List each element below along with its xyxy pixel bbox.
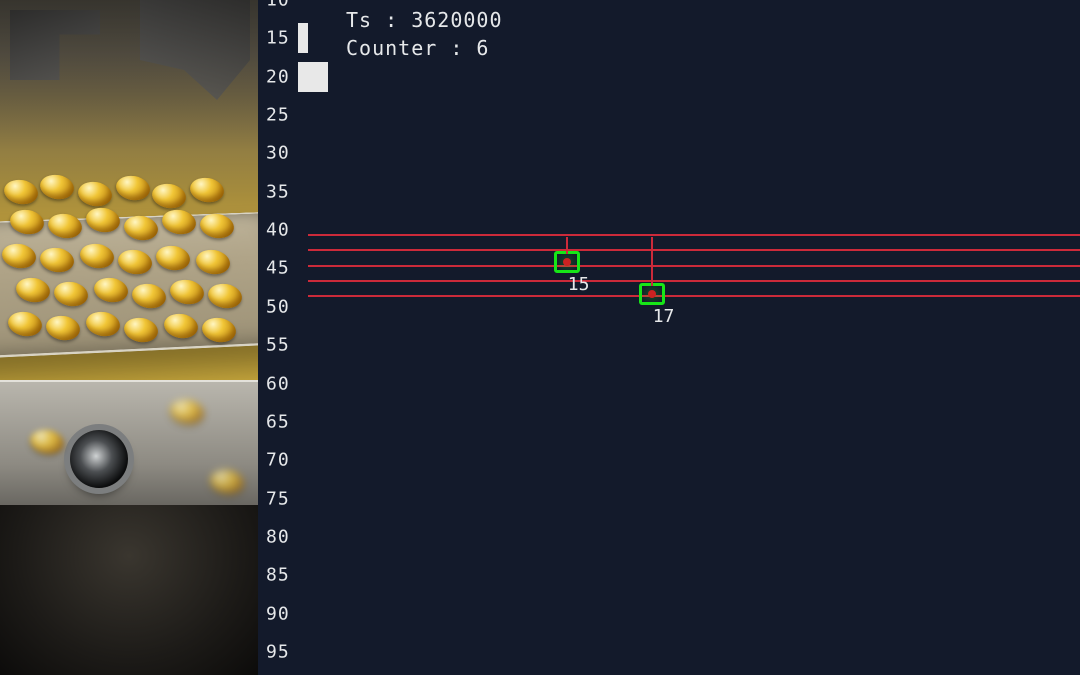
threshold-line — [308, 295, 1080, 297]
detection-center — [648, 290, 656, 298]
axis-tick: 20 — [266, 66, 290, 87]
detection-center — [563, 258, 571, 266]
axis-tick: 15 — [266, 28, 290, 49]
camera-feed — [0, 0, 258, 675]
axis-tick: 40 — [266, 220, 290, 241]
detection-box — [639, 283, 665, 305]
threshold-line — [308, 234, 1080, 236]
axis-tick: 85 — [266, 565, 290, 586]
pill — [76, 179, 114, 209]
pill — [38, 172, 76, 202]
detection-label: 17 — [653, 306, 675, 327]
axis-tick: 95 — [266, 641, 290, 662]
axis-tick: 65 — [266, 411, 290, 432]
histogram-bar — [298, 23, 308, 53]
threshold-line — [308, 265, 1080, 267]
detection-box — [554, 251, 580, 273]
threshold-line — [308, 280, 1080, 282]
detection-stem — [651, 237, 653, 286]
axis-tick: 35 — [266, 181, 290, 202]
threshold-line — [308, 249, 1080, 251]
pill — [188, 175, 226, 205]
detection-label: 15 — [568, 274, 590, 295]
pill — [2, 177, 40, 207]
plot-area: 1517 — [308, 0, 1080, 675]
camera-lens-icon — [70, 430, 128, 488]
axis-tick: 75 — [266, 488, 290, 509]
axis-tick: 10 — [266, 0, 290, 11]
axis-tick: 50 — [266, 296, 290, 317]
axis-tick: 80 — [266, 526, 290, 547]
pill — [150, 181, 188, 211]
app-root: 101520253035404550556065707580859095 Ts … — [0, 0, 1080, 675]
axis-tick: 25 — [266, 105, 290, 126]
axis-tick: 70 — [266, 450, 290, 471]
axis-tick: 30 — [266, 143, 290, 164]
pill — [114, 173, 152, 203]
axis-tick: 55 — [266, 335, 290, 356]
axis-tick: 90 — [266, 603, 290, 624]
axis-tick: 60 — [266, 373, 290, 394]
detection-stem — [566, 237, 568, 254]
visualization-panel: 101520253035404550556065707580859095 Ts … — [258, 0, 1080, 675]
floor-shadow — [0, 505, 258, 675]
axis-tick: 45 — [266, 258, 290, 279]
